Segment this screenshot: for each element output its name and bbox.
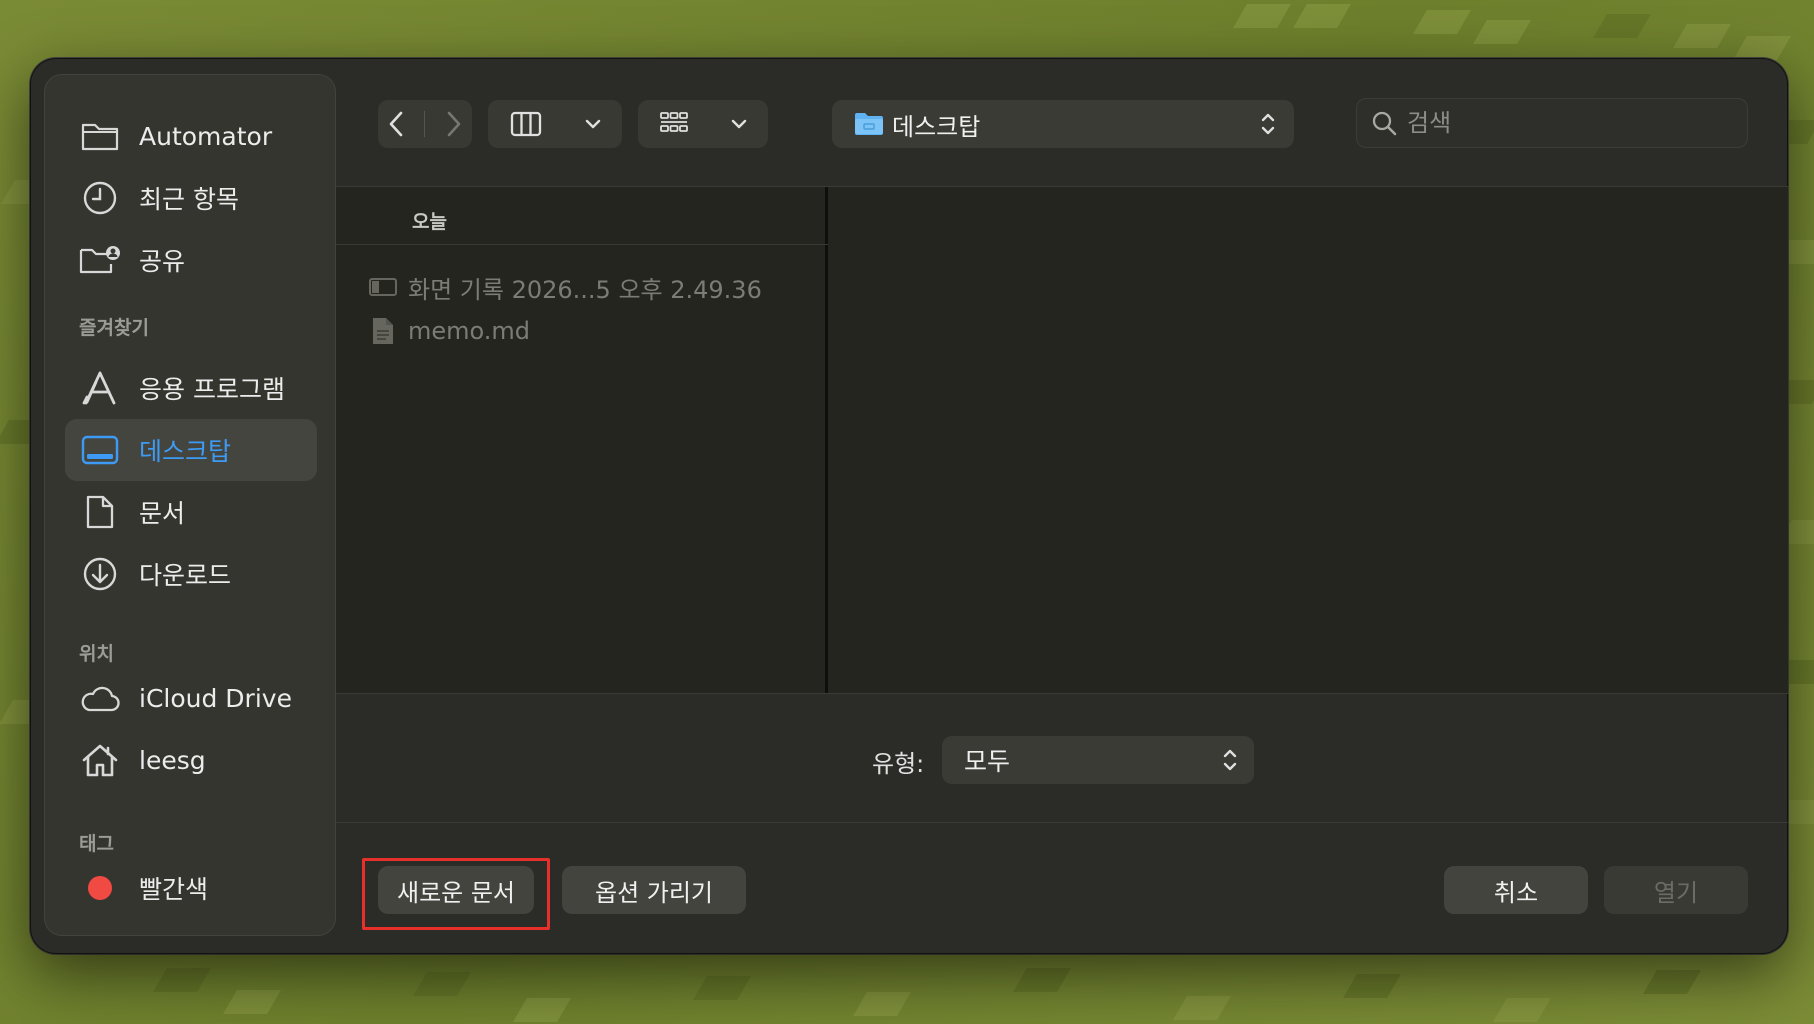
search-input[interactable] xyxy=(1407,109,1727,137)
cancel-button[interactable]: 취소 xyxy=(1444,866,1588,914)
view-mode-button[interactable] xyxy=(488,100,622,148)
cloud-icon xyxy=(79,677,121,719)
format-value: 모두 xyxy=(964,747,1011,776)
grid-group-icon xyxy=(660,112,688,132)
sidebar-item-downloads[interactable]: 다운로드 xyxy=(65,543,317,605)
up-down-chevron-icon xyxy=(1260,111,1276,137)
home-icon xyxy=(79,739,121,781)
back-button[interactable] xyxy=(388,111,404,137)
sidebar-item-label: 빨간색 xyxy=(139,875,209,904)
sidebar-item-desktop[interactable]: 데스크탑 xyxy=(65,419,317,481)
shared-folder-icon xyxy=(79,239,121,281)
chevron-down-icon xyxy=(585,119,600,129)
applications-icon xyxy=(79,367,121,409)
file-row[interactable]: 화면 기록 2026...5 오후 2.49.36 xyxy=(336,265,828,309)
sidebar-item-label: 최근 항목 xyxy=(139,185,239,214)
format-select[interactable]: 모두 xyxy=(942,736,1254,784)
sidebar: Automator 최근 항목 공유 즐겨찾기 응용 프로그램 데스크탑 문서 … xyxy=(44,74,336,936)
format-label: 유형: xyxy=(872,750,925,778)
forward-button[interactable] xyxy=(446,111,462,137)
file-name: 화면 기록 2026...5 오후 2.49.36 xyxy=(408,275,762,304)
locations-section-header: 위치 xyxy=(79,643,114,665)
sidebar-item-home[interactable]: leesg xyxy=(65,729,317,791)
sidebar-item-label: 다운로드 xyxy=(139,561,232,590)
document-icon xyxy=(79,491,121,533)
new-document-button[interactable]: 새로운 문서 xyxy=(378,866,534,914)
open-file-dialog: Automator 최근 항목 공유 즐겨찾기 응용 프로그램 데스크탑 문서 … xyxy=(30,58,1788,954)
location-label: 데스크탑 xyxy=(892,112,981,141)
tags-section-header: 태그 xyxy=(79,833,114,855)
divider xyxy=(424,111,426,137)
search-field[interactable] xyxy=(1356,98,1748,148)
hide-options-button[interactable]: 옵션 가리기 xyxy=(562,866,746,914)
sidebar-item-tag-red[interactable]: 빨간색 xyxy=(65,857,317,919)
sidebar-item-label: iCloud Drive xyxy=(139,683,292,713)
file-column: 오늘 화면 기록 2026...5 오후 2.49.36 memo.md xyxy=(336,187,828,693)
desktop-icon xyxy=(79,429,121,471)
sidebar-item-label: 공유 xyxy=(139,247,186,276)
file-row[interactable]: memo.md xyxy=(336,309,828,353)
tag-color-dot-icon xyxy=(79,867,121,909)
clock-icon xyxy=(79,177,121,219)
sidebar-item-label: 응용 프로그램 xyxy=(139,375,285,404)
sidebar-item-label: leesg xyxy=(139,745,206,775)
sidebar-item-applications[interactable]: 응용 프로그램 xyxy=(65,357,317,419)
favorites-section-header: 즐겨찾기 xyxy=(79,317,149,339)
sidebar-item-recents[interactable]: 최근 항목 xyxy=(65,167,317,229)
sidebar-item-automator[interactable]: Automator xyxy=(65,105,317,167)
text-file-icon xyxy=(368,316,398,346)
screen-recording-file-icon xyxy=(368,272,398,302)
sidebar-item-documents[interactable]: 문서 xyxy=(65,481,317,543)
file-browser: 오늘 화면 기록 2026...5 오후 2.49.36 memo.md xyxy=(336,186,1788,694)
blue-folder-icon xyxy=(854,112,884,136)
folder-icon xyxy=(79,115,121,157)
back-forward-control xyxy=(378,100,472,148)
up-down-chevron-icon xyxy=(1222,747,1238,773)
sidebar-item-icloud-drive[interactable]: iCloud Drive xyxy=(65,667,317,729)
sidebar-item-label: 데스크탑 xyxy=(139,437,232,466)
date-group-header: 오늘 xyxy=(336,187,828,245)
download-icon xyxy=(79,553,121,595)
footer-divider xyxy=(336,822,1788,823)
location-popup[interactable]: 데스크탑 xyxy=(832,100,1294,148)
sidebar-item-shared[interactable]: 공유 xyxy=(65,229,317,291)
chevron-down-icon xyxy=(731,119,747,129)
group-by-button[interactable] xyxy=(638,100,768,148)
open-button[interactable]: 열기 xyxy=(1604,866,1748,914)
sidebar-item-label: Automator xyxy=(139,121,273,151)
date-group-label: 오늘 xyxy=(412,211,447,233)
chevron-left-icon xyxy=(389,111,403,137)
file-name: memo.md xyxy=(408,317,531,345)
sidebar-item-label: 문서 xyxy=(139,499,186,528)
search-icon xyxy=(1371,110,1397,136)
chevron-right-icon xyxy=(447,111,461,137)
columns-view-icon xyxy=(510,111,541,137)
